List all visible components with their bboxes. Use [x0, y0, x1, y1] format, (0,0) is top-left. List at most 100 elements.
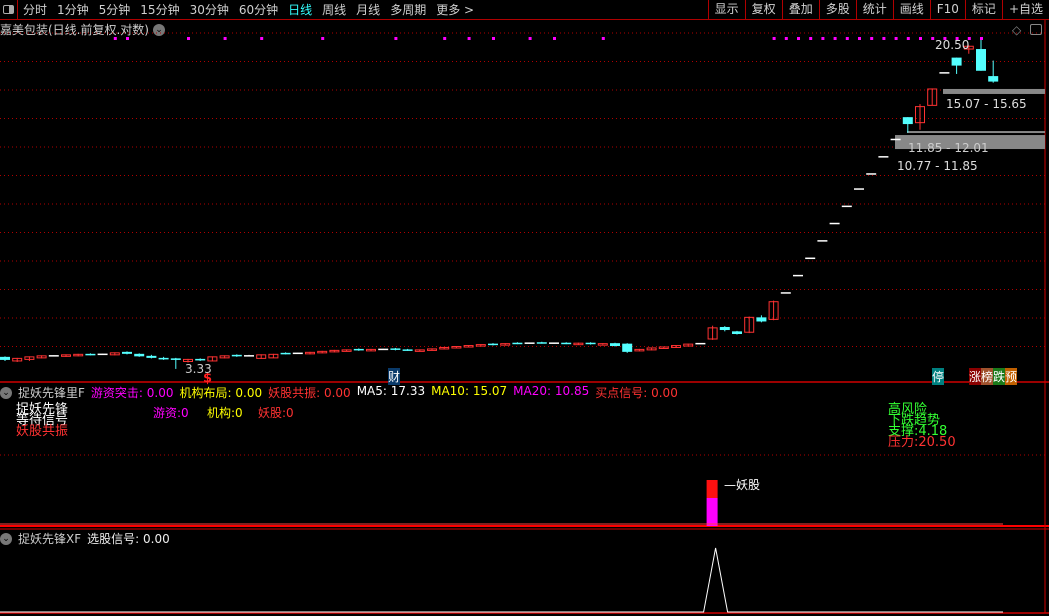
- candle-body: [561, 342, 572, 345]
- indicator-value-label: 买点信号: [595, 386, 644, 400]
- indicator-value-label: MA20: [513, 384, 548, 398]
- candle-body: [280, 352, 291, 355]
- indicator2-value: 0.00: [143, 532, 170, 546]
- indicator-value-label: 妖股共振: [268, 386, 317, 400]
- indicator2-header: ⌄ 捉妖先锋XF 选股信号: 0.00: [0, 530, 170, 547]
- candle-body: [158, 357, 169, 360]
- indicator-value-number: 0.00: [235, 386, 263, 400]
- signal-dot: [797, 37, 800, 40]
- signal-dot: [394, 37, 398, 40]
- indicator1-header: ⌄ 捉妖先锋里F 游资突击: 0.00 机构布局: 0.00 妖股共振: 0.00 M…: [0, 384, 678, 401]
- badge-die[interactable]: 跌: [993, 368, 1006, 385]
- signal-dot: [906, 37, 910, 40]
- gap-text: 10.77 - 11.85: [897, 159, 978, 173]
- yaogu-bar-bottom: [706, 498, 718, 526]
- ranking-badges[interactable]: 涨榜跌预: [969, 368, 1018, 385]
- signal-dot: [845, 37, 849, 40]
- signal-dot: [858, 37, 861, 40]
- gap-label-2: 15.07 - 15.65: [946, 97, 1027, 111]
- candle-body: [756, 317, 767, 322]
- indicator-value: 游资突击: 0.00: [90, 386, 174, 400]
- signal-dot: [821, 37, 825, 40]
- candle-body: [732, 331, 742, 335]
- signal-dot: [187, 37, 190, 40]
- halt-badge[interactable]: 停: [932, 368, 945, 385]
- signal-dot: [492, 37, 495, 40]
- chevron-down-icon[interactable]: ⌄: [0, 532, 12, 545]
- indicator-value-label: 机构布局: [179, 386, 228, 400]
- indicator-value: MA20: 10.85: [513, 384, 590, 398]
- candle-body: [951, 57, 962, 66]
- signal-dot: [553, 37, 556, 40]
- chevron-down-icon[interactable]: ⌄: [0, 386, 12, 399]
- signal-line: [0, 547, 1003, 613]
- indicator2-value-label: 选股信号: [87, 532, 136, 546]
- count-jigou: 机构:0: [207, 406, 243, 420]
- candle-body: [353, 348, 364, 351]
- signal-dot: [833, 37, 837, 40]
- indicator1-name[interactable]: 捉妖先锋里F: [18, 384, 85, 401]
- signal-dot: [882, 37, 886, 40]
- indicator-value: 机构布局: 0.00: [179, 386, 263, 400]
- indicator-value-number: 15.07: [472, 384, 508, 398]
- signal-dot: [809, 37, 813, 40]
- signal-dot: [467, 37, 471, 40]
- indicator-value-label: 游资突击: [90, 386, 139, 400]
- candle-body: [146, 355, 157, 358]
- indicator-value-number: 0.00: [323, 386, 351, 400]
- window-toggle-icon[interactable]: [1030, 24, 1042, 35]
- count-yaogu: 妖股:0: [258, 406, 294, 420]
- signal-dot: [894, 37, 898, 40]
- badge-bang[interactable]: 榜: [981, 368, 994, 385]
- chart-canvas: $: [0, 20, 1049, 614]
- candle-body: [536, 342, 547, 344]
- gap-band: [943, 88, 1045, 94]
- signal-dot: [784, 37, 788, 40]
- finance-badge[interactable]: 财: [388, 368, 401, 385]
- indicator-value-number: 0.00: [146, 386, 174, 400]
- candle-body: [0, 356, 10, 360]
- risk-info: 高风险 下跌趋势 支撑:4.18 压力:20.50: [888, 403, 956, 450]
- indicator1-status: 捉妖先锋 等待信号 妖股共振: [16, 403, 69, 439]
- signal-dot: [443, 37, 447, 40]
- diamond-icon[interactable]: ◇: [1012, 23, 1021, 37]
- candle-body: [134, 353, 145, 357]
- low-label: 3.33: [185, 362, 212, 376]
- signal-dot: [260, 37, 264, 40]
- indicator-value-number: 0.00: [651, 386, 678, 400]
- pressure-text: 压力:20.50: [888, 435, 956, 450]
- candle-body: [610, 343, 620, 347]
- candle-body: [622, 343, 633, 352]
- indicator-value-number: 10.85: [554, 384, 590, 398]
- candle-body: [122, 351, 132, 354]
- candle-body: [488, 343, 498, 346]
- candle-body: [85, 353, 96, 356]
- status-resonance: 妖股共振: [16, 424, 69, 439]
- indicator-value: MA5: 17.33: [356, 384, 426, 398]
- candle-body: [902, 117, 913, 125]
- signal-dot: [113, 37, 117, 40]
- candle-body: [195, 358, 206, 361]
- indicator-value-number: 17.33: [390, 384, 426, 398]
- candle-body: [988, 76, 999, 82]
- candle-body: [390, 348, 401, 350]
- signal-dot: [321, 37, 325, 40]
- indicator2-name[interactable]: 捉妖先锋XF: [18, 530, 81, 547]
- candle-body: [512, 342, 523, 345]
- badge-yu[interactable]: 预: [1005, 368, 1018, 385]
- indicator-value: 妖股共振: 0.00: [268, 386, 351, 400]
- candle-body: [170, 358, 181, 360]
- gap-band-edge: [907, 131, 1045, 134]
- yaogu-bar-top: [706, 480, 718, 498]
- signal-dot: [870, 37, 874, 40]
- high-label: 20.50: [935, 38, 970, 52]
- candle-body: [231, 354, 242, 357]
- indicator-value-label: MA10: [431, 384, 465, 398]
- signal-dot: [980, 37, 983, 40]
- signal-dot: [919, 37, 922, 40]
- signal-dot: [931, 37, 935, 40]
- badge-zhang[interactable]: 涨: [969, 368, 982, 385]
- candle-body: [585, 342, 596, 345]
- signal-dot: [126, 37, 129, 40]
- count-youzi: 游资:0: [153, 406, 189, 420]
